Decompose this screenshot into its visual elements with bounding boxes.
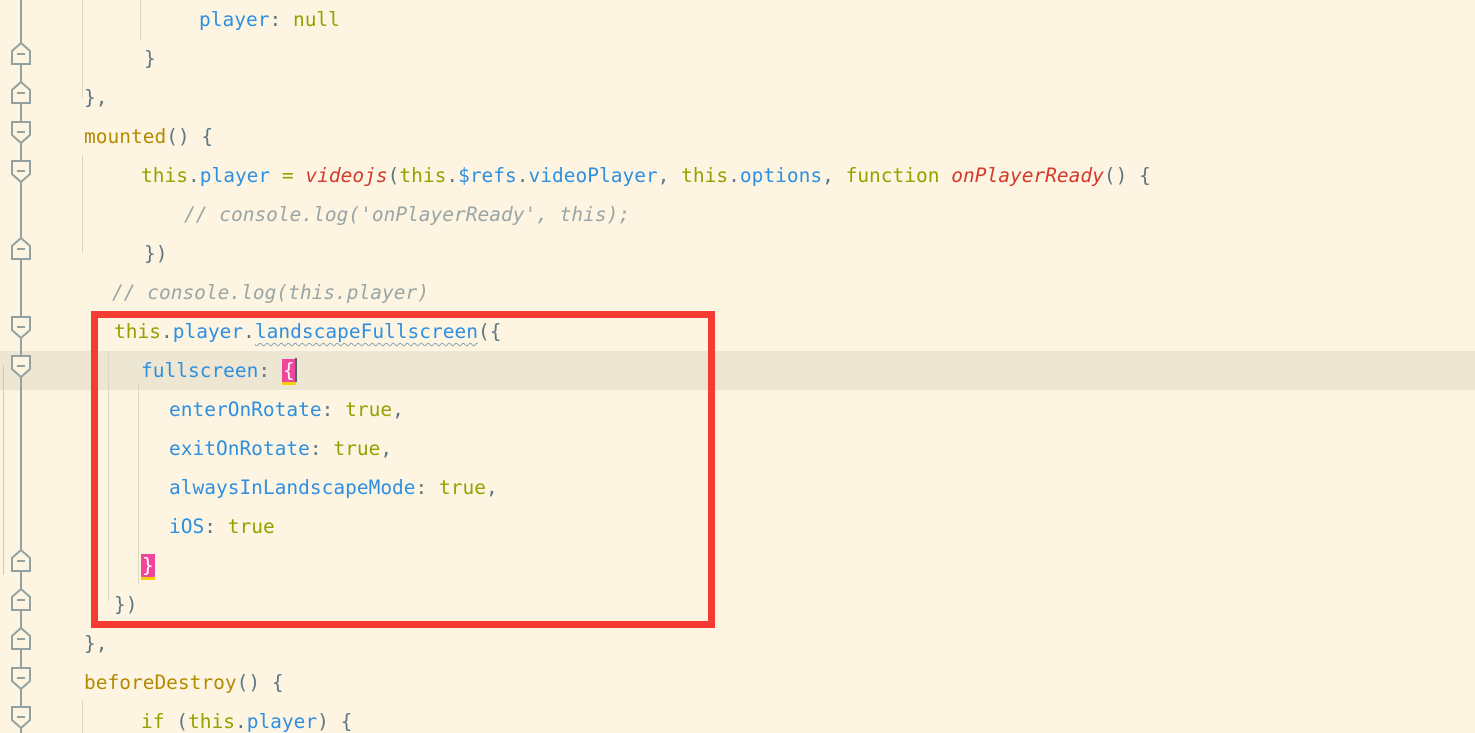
code-line-text: } — [144, 47, 156, 70]
code-line[interactable]: if (this.player) { — [0, 702, 1475, 733]
code-line[interactable]: this.player.landscapeFullscreen({ — [0, 312, 1475, 351]
code-line[interactable]: fullscreen: { — [0, 351, 1475, 390]
editor-gutter[interactable] — [0, 0, 44, 733]
code-line-text: alwaysInLandscapeMode: true, — [169, 476, 498, 499]
fold-expand-icon[interactable] — [8, 120, 34, 144]
code-line[interactable]: beforeDestroy() { — [0, 663, 1475, 702]
indent-guide — [82, 155, 83, 253]
code-line-text: mounted() { — [84, 125, 214, 148]
fold-expand-icon[interactable] — [8, 354, 34, 378]
code-line[interactable]: alwaysInLandscapeMode: true, — [0, 468, 1475, 507]
fold-collapse-icon[interactable] — [8, 588, 34, 612]
code-line[interactable]: this.player = videojs(this.$refs.videoPl… — [0, 156, 1475, 195]
gutter-edge-line — [3, 365, 4, 575]
code-line-text: enterOnRotate: true, — [169, 398, 404, 421]
code-line-text: iOS: true — [169, 515, 275, 538]
code-line[interactable]: enterOnRotate: true, — [0, 390, 1475, 429]
code-line[interactable]: }) — [0, 585, 1475, 624]
code-line-text: fullscreen: { — [141, 351, 297, 390]
indent-guide — [108, 351, 109, 601]
code-line-text: // console.log('onPlayerReady', this); — [184, 203, 631, 226]
code-line-text: this.player = videojs(this.$refs.videoPl… — [141, 164, 1151, 187]
indent-guide — [140, 0, 141, 40]
code-line[interactable]: } — [0, 546, 1475, 585]
code-line-text: }, — [84, 632, 108, 655]
code-line-text: }, — [84, 86, 108, 109]
code-content[interactable]: player: null}}, mounted() { this.player = … — [0, 0, 1475, 733]
indent-guide — [138, 384, 139, 584]
fold-collapse-icon[interactable] — [8, 42, 34, 66]
fold-collapse-icon[interactable] — [8, 549, 34, 573]
indent-guide — [82, 0, 83, 98]
code-line[interactable]: }, — [0, 78, 1475, 117]
code-line[interactable]: } — [0, 39, 1475, 78]
fold-collapse-icon[interactable] — [8, 627, 34, 651]
code-line[interactable]: mounted() { — [0, 117, 1475, 156]
code-line-text: this.player.landscapeFullscreen({ — [114, 320, 502, 343]
code-line-text: // console.log(this.player) — [112, 281, 429, 304]
fold-collapse-icon[interactable] — [8, 237, 34, 261]
code-line[interactable]: player: null — [0, 0, 1475, 39]
fold-expand-icon[interactable] — [8, 705, 34, 729]
code-line[interactable]: // console.log('onPlayerReady', this); — [0, 195, 1475, 234]
code-line[interactable]: iOS: true — [0, 507, 1475, 546]
indent-guide — [82, 700, 83, 733]
code-line[interactable]: }) — [0, 234, 1475, 273]
code-line-text: }) — [114, 593, 138, 616]
code-line-text: } — [141, 546, 155, 585]
code-line[interactable]: }, — [0, 624, 1475, 663]
code-line-text: }) — [144, 242, 168, 265]
code-line[interactable]: // console.log(this.player) — [0, 273, 1475, 312]
code-line-text: beforeDestroy() { — [84, 671, 284, 694]
code-line-text: exitOnRotate: true, — [169, 437, 393, 460]
fold-collapse-icon[interactable] — [8, 81, 34, 105]
fold-expand-icon[interactable] — [8, 159, 34, 183]
fold-expand-icon[interactable] — [8, 666, 34, 690]
code-line-text: player: null — [199, 8, 340, 31]
code-line-text: if (this.player) { — [141, 710, 353, 733]
code-editor-viewport: player: null}}, mounted() { this.player = … — [0, 0, 1475, 733]
code-line[interactable]: exitOnRotate: true, — [0, 429, 1475, 468]
fold-expand-icon[interactable] — [8, 315, 34, 339]
